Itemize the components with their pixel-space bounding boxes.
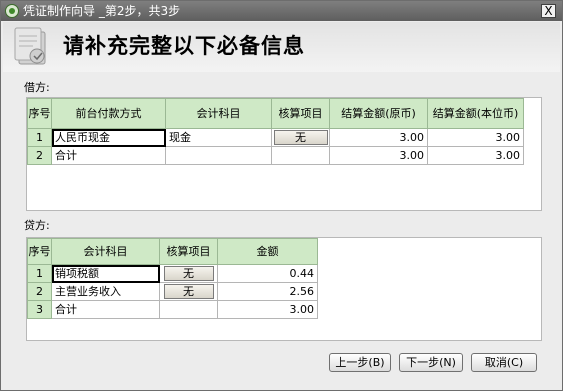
debit-grid-panel: 序号 前台付款方式 会计科目 核算项目 结算金额(原币) 结算金额(本位币) 1… — [26, 97, 542, 211]
accounting-item-button[interactable]: 无 — [163, 266, 214, 281]
column-header-accounting-item: 核算项目 — [271, 98, 330, 129]
column-header-amount: 金额 — [217, 238, 318, 265]
accounting-item-cell[interactable]: 无 — [159, 282, 218, 301]
table-row: 3 合计 3.00 — [27, 300, 318, 319]
debit-header-row: 序号 前台付款方式 会计科目 核算项目 结算金额(原币) 结算金额(本位币) — [27, 98, 524, 129]
close-button[interactable]: X — [541, 4, 556, 18]
row-number: 1 — [27, 264, 52, 283]
column-header-amount-base: 结算金额(本位币) — [427, 98, 524, 129]
table-row[interactable]: 2 合计 3.00 3.00 — [27, 146, 524, 165]
credit-header-row: 序号 会计科目 核算项目 金额 — [27, 238, 318, 265]
accounting-item-cell[interactable]: 无 — [271, 128, 330, 147]
row-number: 1 — [27, 128, 52, 147]
accounting-item-cell — [271, 146, 330, 165]
accounting-item-button[interactable]: 无 — [273, 130, 328, 145]
amount-cell[interactable]: 0.44 — [217, 264, 318, 283]
credit-table: 序号 会计科目 核算项目 金额 1 销项税额 无 0.44 2 主营业务收入 无… — [27, 238, 318, 319]
credit-grid-panel: 序号 会计科目 核算项目 金额 1 销项税额 无 0.44 2 主营业务收入 无… — [26, 237, 542, 341]
column-header-payment-method: 前台付款方式 — [51, 98, 166, 129]
column-header-seq: 序号 — [27, 238, 52, 265]
account-cell[interactable]: 销项税额 — [51, 264, 160, 283]
payment-method-cell[interactable]: 人民币现金 — [51, 128, 166, 147]
amount-cell: 3.00 — [217, 300, 318, 319]
accounting-item-button[interactable]: 无 — [163, 284, 214, 299]
wizard-document-icon — [14, 27, 46, 65]
column-header-seq: 序号 — [27, 98, 52, 129]
account-cell[interactable]: 现金 — [165, 128, 272, 147]
table-row[interactable]: 1 人民币现金 现金 无 3.00 3.00 — [27, 128, 524, 147]
amount-base-cell: 3.00 — [427, 146, 524, 165]
amount-base-cell[interactable]: 3.00 — [427, 128, 524, 147]
debit-section-label: 借方: — [24, 81, 50, 94]
prev-step-button[interactable]: 上一步(B) — [329, 353, 391, 372]
cancel-button[interactable]: 取消(C) — [471, 353, 537, 372]
title-bar: 凭证制作向导 _第2步，共3步 X — [1, 1, 562, 21]
next-step-button[interactable]: 下一步(N) — [399, 353, 463, 372]
row-number: 3 — [27, 300, 52, 319]
accounting-item-cell[interactable]: 无 — [159, 264, 218, 283]
app-icon — [5, 4, 19, 18]
accounting-item-cell — [159, 300, 218, 319]
page-heading: 请补充完整以下必备信息 — [63, 34, 305, 58]
credit-section-label: 贷方: — [24, 219, 50, 232]
window-title: 凭证制作向导 _第2步，共3步 — [23, 4, 181, 18]
account-cell: 合计 — [51, 300, 160, 319]
column-header-account: 会计科目 — [165, 98, 272, 129]
table-row[interactable]: 2 主营业务收入 无 2.56 — [27, 282, 318, 301]
column-header-account: 会计科目 — [51, 238, 160, 265]
wizard-header: 请补充完整以下必备信息 — [3, 22, 560, 72]
row-number: 2 — [27, 282, 52, 301]
account-cell[interactable]: 主营业务收入 — [51, 282, 160, 301]
account-cell — [165, 146, 272, 165]
amount-original-cell[interactable]: 3.00 — [329, 128, 428, 147]
wizard-window: 凭证制作向导 _第2步，共3步 X 请补充完整以下必备信息 借方: 序号 前台付… — [0, 0, 563, 391]
row-number: 2 — [27, 146, 52, 165]
amount-original-cell: 3.00 — [329, 146, 428, 165]
column-header-amount-original: 结算金额(原币) — [329, 98, 428, 129]
amount-cell[interactable]: 2.56 — [217, 282, 318, 301]
debit-table: 序号 前台付款方式 会计科目 核算项目 结算金额(原币) 结算金额(本位币) 1… — [27, 98, 524, 165]
table-row[interactable]: 1 销项税额 无 0.44 — [27, 264, 318, 283]
payment-method-cell: 合计 — [51, 146, 166, 165]
column-header-accounting-item: 核算项目 — [159, 238, 218, 265]
